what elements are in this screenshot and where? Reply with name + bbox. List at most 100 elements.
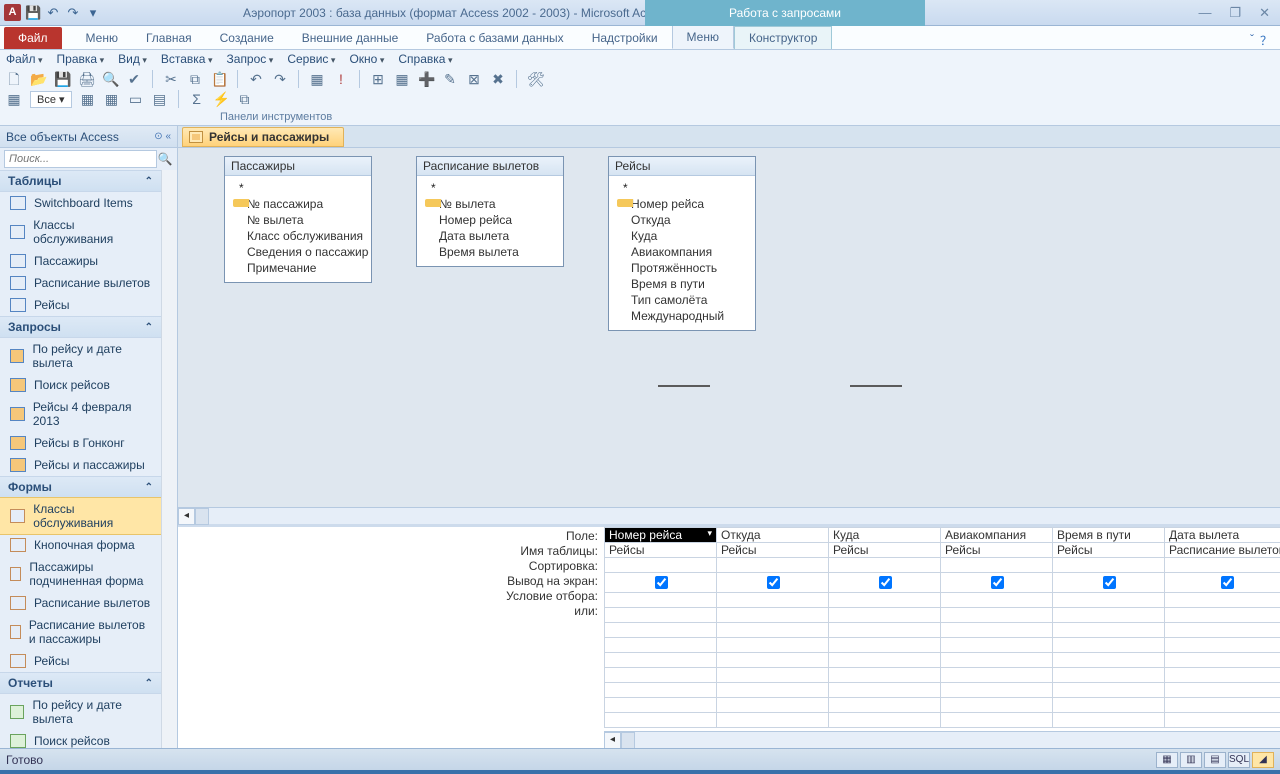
grid-cell[interactable]: Рейсы bbox=[829, 543, 941, 558]
grid-cell[interactable] bbox=[829, 683, 941, 698]
minimize-icon[interactable]: ― bbox=[1198, 5, 1211, 21]
field-item[interactable]: Примечание bbox=[233, 260, 369, 276]
grid-cell[interactable] bbox=[717, 668, 829, 683]
grid-cell[interactable] bbox=[941, 593, 1053, 608]
menu-file[interactable]: Файл bbox=[6, 52, 43, 66]
nav-item[interactable]: Классы обслуживания bbox=[0, 497, 161, 535]
field-item[interactable]: Время в пути bbox=[617, 276, 753, 292]
grid-hscrollbar[interactable]: ◂ ▸ bbox=[604, 731, 1280, 748]
grid-hscroll-left-icon[interactable]: ◂ bbox=[604, 732, 621, 749]
tab-create[interactable]: Создание bbox=[206, 27, 288, 49]
grid-cell[interactable] bbox=[829, 668, 941, 683]
nav-item[interactable]: Пассажиры подчиненная форма bbox=[0, 556, 161, 592]
show-checkbox[interactable] bbox=[1103, 576, 1116, 589]
open-icon[interactable]: 📂 bbox=[30, 71, 46, 87]
query-select-icon[interactable]: ▦ bbox=[309, 71, 325, 87]
grid-cell[interactable] bbox=[941, 623, 1053, 638]
show-checkbox[interactable] bbox=[879, 576, 892, 589]
grid-cell[interactable] bbox=[1053, 593, 1165, 608]
grid-cell[interactable]: Номер рейса bbox=[605, 528, 717, 543]
grid-cell[interactable] bbox=[941, 668, 1053, 683]
redo-icon[interactable]: ↷ bbox=[65, 5, 81, 21]
show-checkbox[interactable] bbox=[1221, 576, 1234, 589]
obj-query-icon[interactable]: ▦ bbox=[104, 91, 120, 107]
grid-cell[interactable] bbox=[1165, 608, 1280, 623]
obj-table-icon[interactable]: ▦ bbox=[80, 91, 96, 107]
grid-cell[interactable] bbox=[1053, 668, 1165, 683]
query-design-grid[interactable]: Поле: Имя таблицы: Сортировка: Вывод на … bbox=[178, 524, 1280, 748]
grid-cell[interactable]: Рейсы bbox=[717, 543, 829, 558]
field-item[interactable]: № вылета bbox=[233, 212, 369, 228]
grid-cell[interactable] bbox=[1165, 638, 1280, 653]
new-icon[interactable]: 🗋 bbox=[6, 71, 22, 87]
grid-cell[interactable] bbox=[941, 573, 1053, 593]
grid-cell[interactable] bbox=[1165, 713, 1280, 728]
nav-header-dropdown-icon[interactable]: ⊙ « bbox=[154, 131, 171, 142]
grid-cell[interactable] bbox=[605, 623, 717, 638]
nav-item[interactable]: Расписание вылетов bbox=[0, 272, 161, 294]
field-item[interactable]: Протяжённость bbox=[617, 260, 753, 276]
grid-cell[interactable] bbox=[605, 593, 717, 608]
grid-cell[interactable] bbox=[717, 638, 829, 653]
grid-cell[interactable] bbox=[717, 608, 829, 623]
grid-cell[interactable] bbox=[717, 698, 829, 713]
tab-menu[interactable]: Меню bbox=[72, 27, 132, 49]
cut-icon[interactable]: ✂ bbox=[163, 71, 179, 87]
grid-cell[interactable] bbox=[717, 683, 829, 698]
grid-cell[interactable] bbox=[605, 713, 717, 728]
grid-cell[interactable] bbox=[1053, 698, 1165, 713]
redo-icon-2[interactable]: ↷ bbox=[272, 71, 288, 87]
grid-cell[interactable] bbox=[605, 698, 717, 713]
builder-icon-2[interactable]: ⚡ bbox=[213, 91, 229, 107]
grid-table[interactable]: Номер рейсаОткудаКудаАвиакомпанияВремя в… bbox=[604, 527, 1280, 728]
nav-item[interactable]: Рейсы и пассажиры bbox=[0, 454, 161, 476]
grid-cell[interactable] bbox=[605, 608, 717, 623]
field-item[interactable]: Откуда bbox=[617, 212, 753, 228]
grid-hscroll-thumb[interactable] bbox=[621, 732, 635, 749]
grid-cell[interactable]: Расписание вылетов bbox=[1165, 543, 1280, 558]
preview-icon[interactable]: 🔍 bbox=[102, 71, 118, 87]
tab-home[interactable]: Главная bbox=[132, 27, 206, 49]
nav-item[interactable]: Пассажиры bbox=[0, 250, 161, 272]
nav-item[interactable]: Рейсы bbox=[0, 650, 161, 672]
menu-service[interactable]: Сервис bbox=[287, 52, 335, 66]
diagram-table[interactable]: Расписание вылетов*№ вылетаНомер рейсаДа… bbox=[416, 156, 564, 267]
tab-file[interactable]: Файл bbox=[4, 27, 62, 49]
grid-cell[interactable] bbox=[605, 668, 717, 683]
field-item[interactable]: Куда bbox=[617, 228, 753, 244]
field-item[interactable]: * bbox=[425, 180, 561, 196]
nav-item[interactable]: Поиск рейсов bbox=[0, 374, 161, 396]
grid-cell[interactable] bbox=[941, 713, 1053, 728]
grid-cell[interactable] bbox=[829, 593, 941, 608]
field-item[interactable]: * bbox=[617, 180, 753, 196]
menu-help[interactable]: Справка bbox=[398, 52, 452, 66]
grid-cell[interactable] bbox=[941, 698, 1053, 713]
nav-item[interactable]: Расписание вылетов и пассажиры bbox=[0, 614, 161, 650]
view-icon[interactable]: ▦ bbox=[6, 91, 22, 107]
view-design-icon[interactable]: ◢ bbox=[1252, 752, 1274, 768]
field-item[interactable]: Номер рейса bbox=[617, 196, 753, 212]
menu-window[interactable]: Окно bbox=[349, 52, 384, 66]
sql-icon[interactable]: ⧉ bbox=[237, 91, 253, 107]
grid-cell[interactable] bbox=[605, 573, 717, 593]
tab-database-tools[interactable]: Работа с базами данных bbox=[412, 27, 577, 49]
menu-edit[interactable]: Правка bbox=[57, 52, 105, 66]
grid-cell[interactable] bbox=[1165, 653, 1280, 668]
nav-item[interactable]: Классы обслуживания bbox=[0, 214, 161, 250]
grid-cell[interactable]: Рейсы bbox=[941, 543, 1053, 558]
grid-cell[interactable]: Куда bbox=[829, 528, 941, 543]
ribbon-min-icon[interactable]: ˇ bbox=[1250, 32, 1254, 49]
builder-icon[interactable]: 🛠 bbox=[527, 71, 543, 87]
grid-cell[interactable] bbox=[829, 608, 941, 623]
query-run-icon[interactable]: ! bbox=[333, 71, 349, 87]
restore-icon[interactable]: ❐ bbox=[1229, 5, 1241, 21]
field-item[interactable]: Класс обслуживания bbox=[233, 228, 369, 244]
grid-cell[interactable] bbox=[1165, 558, 1280, 573]
nav-item[interactable]: По рейсу и дате вылета bbox=[0, 338, 161, 374]
nav-body[interactable]: Таблицы⌃Switchboard ItemsКлассы обслужив… bbox=[0, 170, 161, 748]
view-sql-button[interactable]: SQL bbox=[1228, 752, 1250, 768]
grid-cell[interactable] bbox=[717, 573, 829, 593]
grid-cell[interactable]: Дата вылета bbox=[1165, 528, 1280, 543]
show-table-icon[interactable]: ⊞ bbox=[370, 71, 386, 87]
nav-group-header[interactable]: Запросы⌃ bbox=[0, 316, 161, 338]
